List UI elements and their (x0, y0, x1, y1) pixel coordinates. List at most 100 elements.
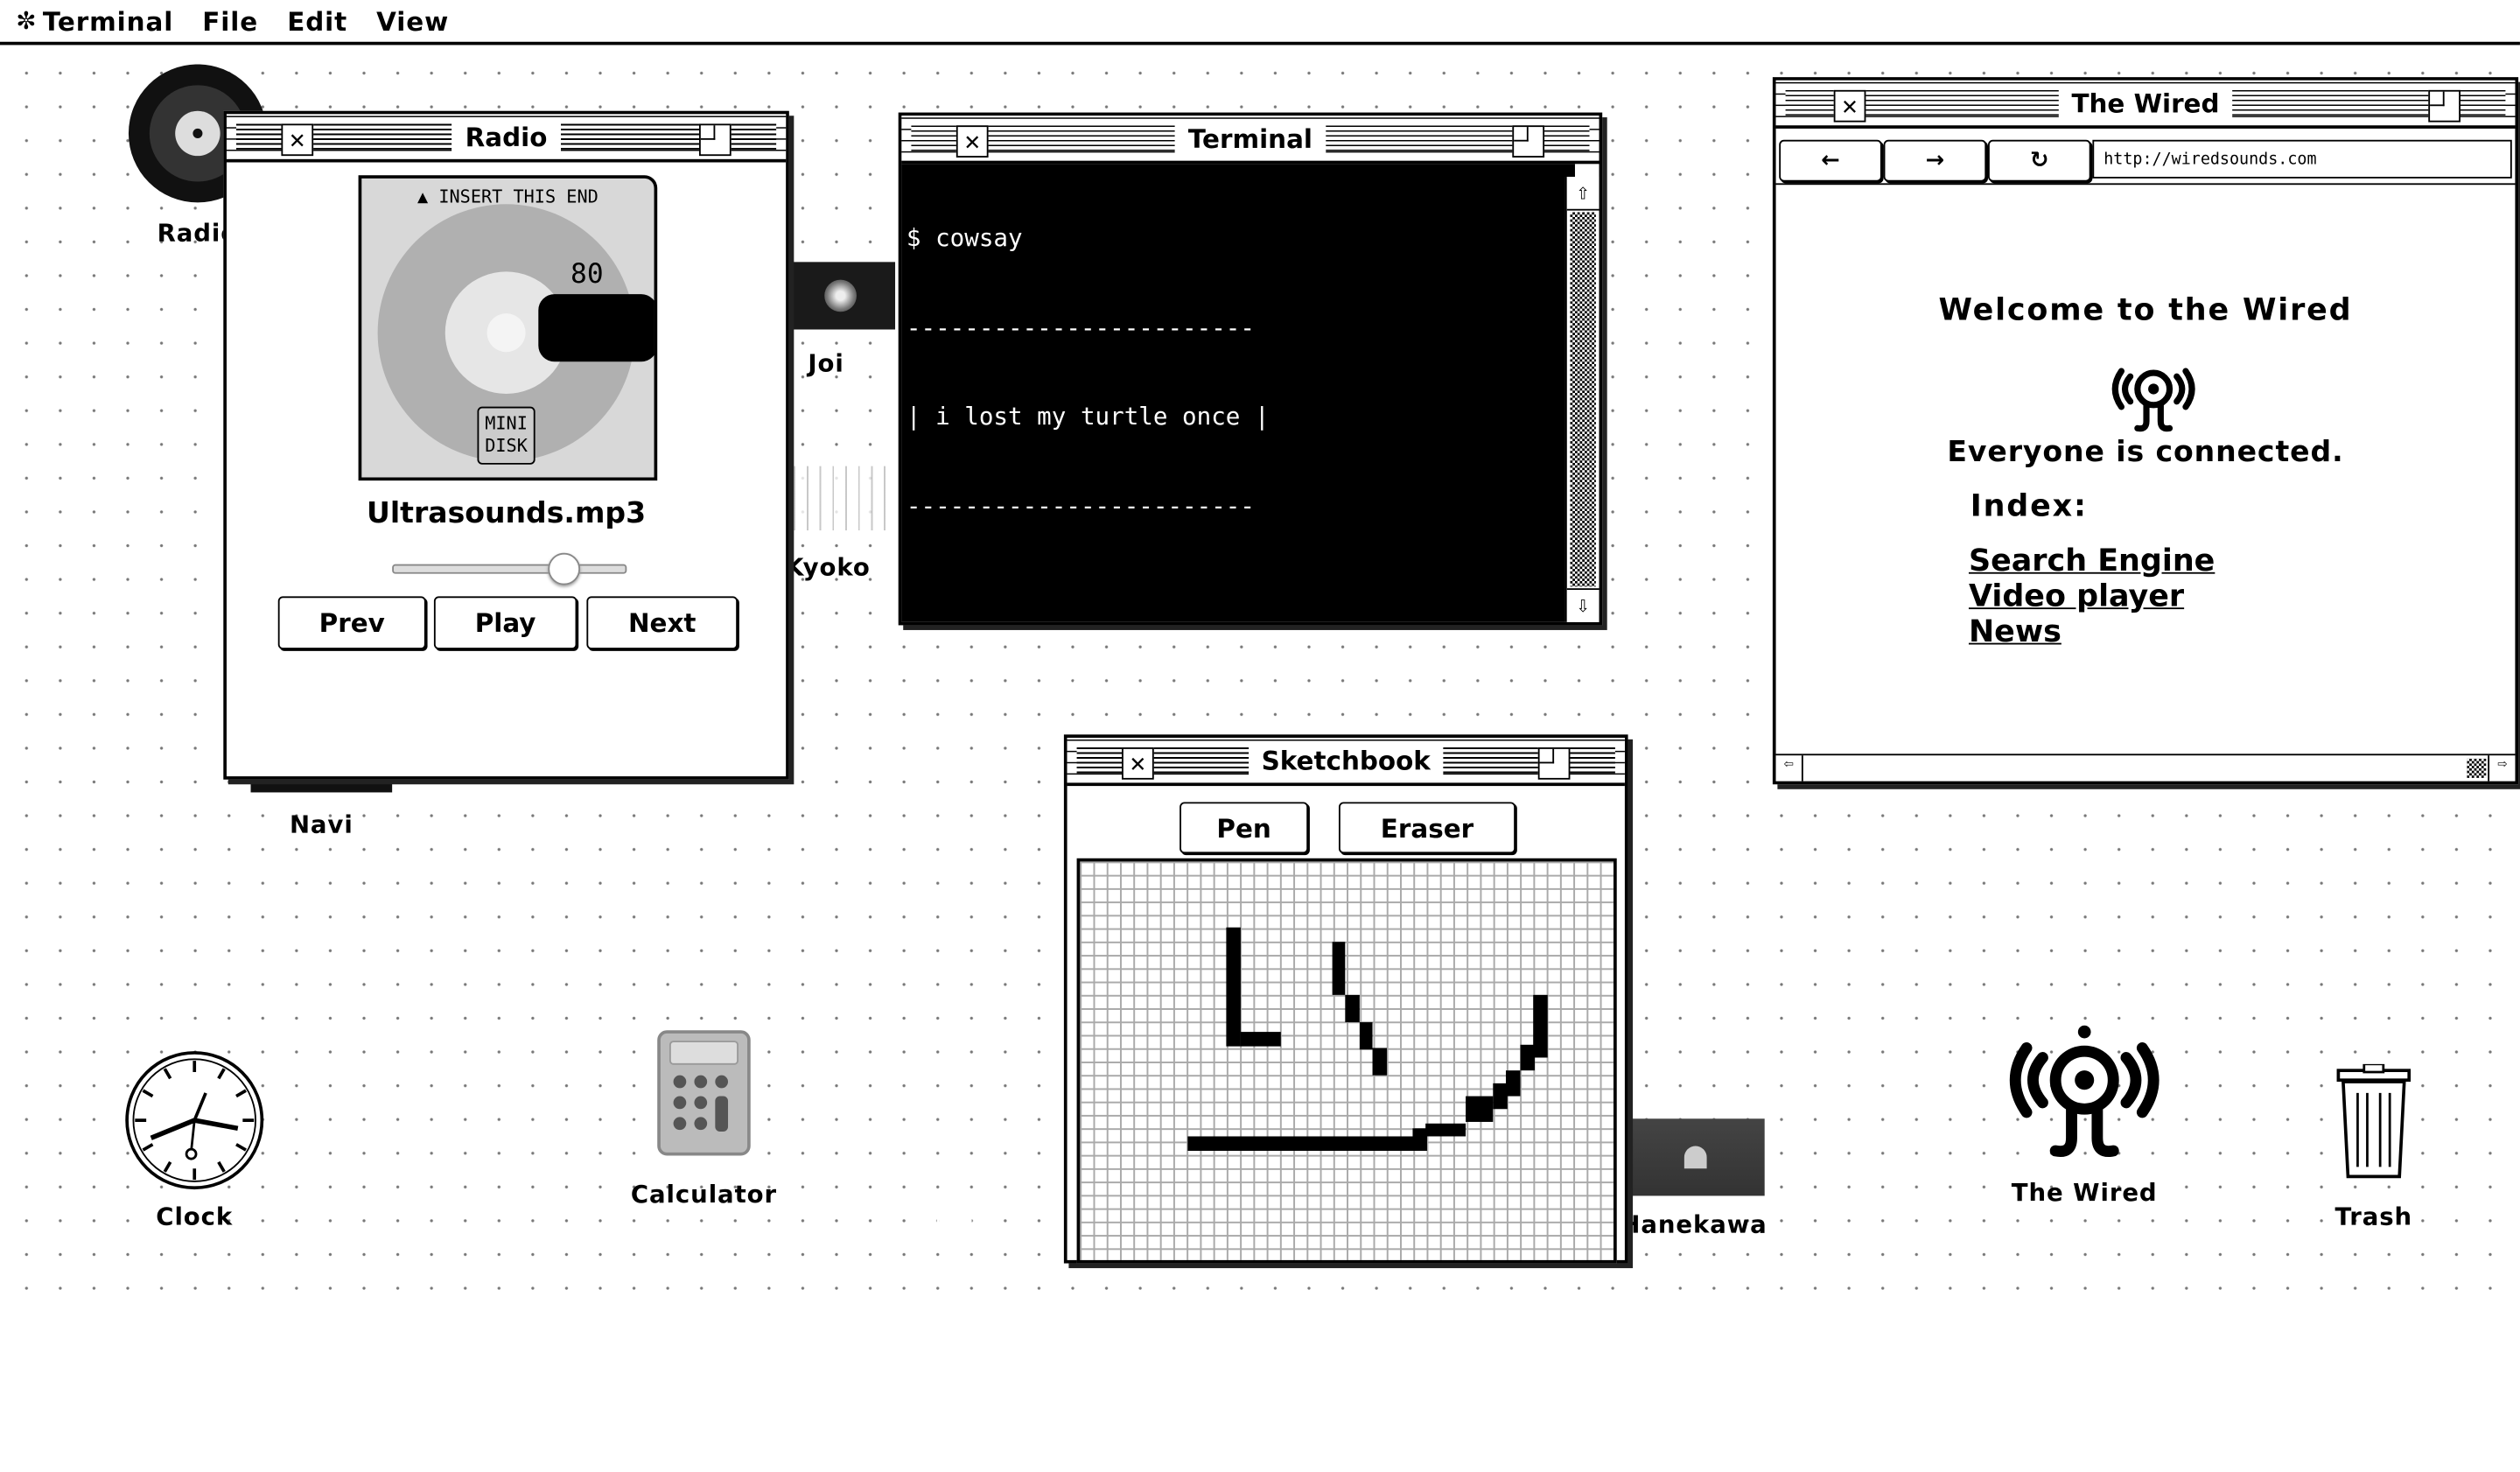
wired-tagline: Everyone is connected. (1947, 435, 2344, 470)
link-search-engine[interactable]: Search Engine (1969, 543, 2215, 578)
wired-zoom-button[interactable] (2428, 89, 2460, 123)
volume-slider[interactable] (392, 552, 627, 585)
menu-terminal[interactable]: Terminal (43, 5, 173, 36)
kyoko-thumbnail (787, 466, 894, 531)
joi-thumbnail (786, 262, 896, 330)
disc-label-line2: DISK (485, 435, 528, 457)
next-button[interactable]: Next (586, 596, 738, 649)
terminal-output[interactable]: $ cowsay ------------------------ | i lo… (901, 164, 1575, 1412)
track-title: Ultrasounds.mp3 (366, 496, 647, 531)
scroll-thumb[interactable] (2467, 758, 2487, 778)
terminal-cursor[interactable] (935, 1384, 950, 1411)
pen-tool-button[interactable]: Pen (1180, 802, 1309, 854)
minidisc-artwork: ▲ INSERT THIS END 80 MINI DISK (358, 175, 658, 481)
icon-label-kyoko: Kyoko (785, 552, 871, 582)
terminal-zoom-button[interactable] (1512, 125, 1545, 158)
desktop-icon-hanekawa[interactable]: Hanekawa (1620, 1118, 1768, 1244)
menu-file[interactable]: File (202, 5, 258, 36)
wired-link-list: Search Engine Video player News (1969, 543, 2215, 649)
radio-window-title: Radio (452, 121, 561, 152)
browser-toolbar: ← → ↻ http://wiredsounds.com (1775, 138, 2516, 186)
url-field[interactable]: http://wiredsounds.com (2092, 139, 2512, 179)
scroll-up-button[interactable]: ⇧ (1566, 177, 1600, 211)
terminal-window[interactable]: ✕ Terminal $ cowsay --------------------… (898, 112, 1603, 1412)
radio-zoom-button[interactable] (698, 123, 732, 157)
wired-heading: Welcome to the Wired (1938, 292, 2353, 328)
scroll-right-button[interactable]: ⇨ (2488, 755, 2515, 782)
wired-page-content: Welcome to the Wired Everyone is connect… (1776, 186, 2516, 752)
sketchbook-zoom-button[interactable] (1537, 747, 1571, 780)
wired-window[interactable]: ✕ The Wired ← → ↻ http://wiredsounds.com… (1772, 77, 2519, 785)
close-icon: ✕ (1130, 747, 1146, 778)
back-button[interactable]: ← (1779, 139, 1882, 182)
wired-logo-icon (2009, 1025, 2160, 1158)
scroll-track[interactable] (1570, 212, 1596, 587)
icon-label-navi: Navi (289, 810, 354, 839)
arrow-left-icon: ← (1821, 147, 1840, 174)
disc-label-line1: MINI (485, 413, 528, 434)
wired-window-title: The Wired (2058, 88, 2233, 118)
disc-number: 80 (570, 258, 604, 291)
volume-slider-knob[interactable] (548, 552, 581, 585)
terminal-line: 9/29/1984, 6:28:49 PM (906, 1293, 1212, 1323)
icon-label-wired: The Wired (2011, 1178, 2158, 1208)
desktop-icon-calculator[interactable]: Calculator (626, 1028, 780, 1213)
clock-icon (125, 1051, 264, 1190)
terminal-prompt-line: $ (906, 1383, 1571, 1412)
desktop-icon-navi[interactable]: Navi (250, 771, 393, 845)
terminal-line: $ cowsay (906, 223, 1023, 253)
desktop-icon-clock[interactable]: Clock (122, 1048, 267, 1237)
close-icon: ✕ (964, 125, 981, 157)
hanekawa-thumbnail (1626, 1118, 1765, 1196)
desktop-icon-joi[interactable]: Joi (786, 262, 896, 390)
menu-bar: ✼ Terminal File Edit View (0, 0, 2520, 46)
wired-titlebar[interactable]: ✕ The Wired (1775, 80, 2516, 129)
icon-label-clock: Clock (156, 1202, 234, 1231)
desktop-icon-kyoko[interactable]: Kyoko (781, 466, 897, 595)
icon-label-calculator: Calculator (630, 1180, 778, 1209)
terminal-close-button[interactable]: ✕ (956, 125, 989, 158)
radio-window[interactable]: ✕ Radio ▲ INSERT THIS END 80 MINI DISK U… (223, 110, 789, 780)
menu-view[interactable]: View (376, 5, 449, 36)
scroll-left-button[interactable]: ⇦ (1776, 755, 1803, 782)
radio-titlebar[interactable]: ✕ Radio (226, 114, 787, 163)
prev-button[interactable]: Prev (277, 596, 426, 649)
disc-label: MINI DISK (477, 406, 536, 465)
icon-label-trash: Trash (2334, 1202, 2413, 1231)
desktop-icon-wired[interactable]: The Wired (2006, 1022, 2163, 1212)
wired-close-button[interactable]: ✕ (1833, 89, 1866, 123)
wired-index-label: Index: (1970, 488, 2088, 524)
sketch-canvas[interactable] (1076, 858, 1617, 1264)
app-logo-icon[interactable]: ✼ (16, 6, 36, 35)
arrow-right-icon: → (1925, 147, 1945, 174)
terminal-scrollbar[interactable]: ⇧ ⇩ (1564, 177, 1600, 622)
radio-close-button[interactable]: ✕ (281, 123, 314, 157)
close-icon: ✕ (289, 123, 305, 155)
link-video-player[interactable]: Video player (1969, 578, 2215, 613)
terminal-titlebar[interactable]: ✕ Terminal (901, 116, 1600, 165)
wired-page-logo-icon (2111, 368, 2195, 432)
sketchbook-window-title: Sketchbook (1248, 745, 1444, 776)
reload-icon: ↻ (2029, 147, 2049, 174)
forward-button[interactable]: → (1883, 139, 1987, 182)
sketchbook-titlebar[interactable]: ✕ Sketchbook (1067, 737, 1625, 787)
scroll-down-button[interactable]: ⇩ (1566, 588, 1600, 622)
arrow-down-icon: ⇩ (1576, 592, 1590, 620)
close-icon: ✕ (1842, 89, 1858, 121)
calculator-icon (657, 1030, 751, 1156)
desktop-icon-trash[interactable]: Trash (2314, 1061, 2433, 1237)
wired-horizontal-scrollbar[interactable]: ⇦ ⇨ (1775, 754, 2516, 782)
terminal-line: ------------------------ (906, 491, 1256, 521)
sketchbook-close-button[interactable]: ✕ (1122, 747, 1154, 780)
sketchbook-window[interactable]: ✕ Sketchbook Pen Eraser (1063, 734, 1628, 1264)
drawing-smiley (1187, 927, 1548, 1152)
link-news[interactable]: News (1969, 614, 2215, 649)
play-button[interactable]: Play (433, 596, 578, 649)
terminal-line: \/ (906, 669, 1081, 699)
icon-label-hanekawa: Hanekawa (1620, 1209, 1768, 1240)
eraser-tool-button[interactable]: Eraser (1338, 802, 1516, 854)
terminal-window-title: Terminal (1175, 123, 1326, 154)
terminal-line: | i lost my turtle once | (906, 402, 1270, 431)
menu-edit[interactable]: Edit (287, 5, 347, 36)
reload-button[interactable]: ↻ (1987, 139, 2091, 182)
